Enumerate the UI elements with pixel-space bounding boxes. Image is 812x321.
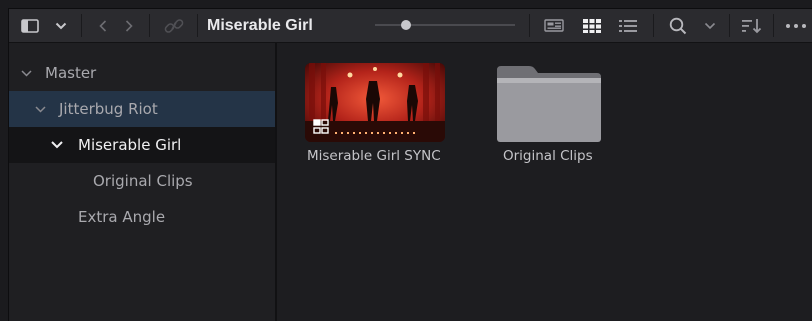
separator [197,14,198,37]
sidebar-item-label: Original Clips [93,172,193,190]
zoom-slider-track[interactable] [375,24,515,26]
timeline-icon [313,119,329,134]
back-arrow-icon[interactable] [93,9,113,42]
bin-sidebar: Master Jitterbug Riot Miserable Girl Ori… [9,43,277,321]
timeline-thumbnail[interactable] [305,63,445,142]
sidebar-item-label: Miserable Girl [78,136,182,154]
media-pool-toolbar: Miserable Girl [9,9,812,43]
sidebar-item-miserable-girl[interactable]: Miserable Girl [9,127,275,163]
metadata-view-icon[interactable] [541,9,567,42]
sidebar-item-label: Extra Angle [78,208,166,226]
folder-label: Original Clips [503,148,593,164]
sidebar-item-extra-angle[interactable]: Extra Angle [9,199,275,235]
sidebar-toggle-icon[interactable] [17,9,43,42]
media-pool-window: Miserable Girl Master Jitterbug Riot Mis… [8,8,812,321]
chevron-down-icon[interactable] [35,105,46,113]
chevron-down-icon[interactable] [21,69,32,77]
separator [149,14,150,37]
timeline-label: Miserable Girl SYNC [307,148,441,164]
list-view-icon[interactable] [615,9,641,42]
more-icon[interactable] [783,9,812,42]
folder-icon[interactable] [495,64,603,144]
chevron-down-icon[interactable] [701,9,719,42]
separator [729,14,730,37]
sidebar-item-original-clips[interactable]: Original Clips [9,163,275,199]
chevron-down-icon[interactable] [51,141,63,149]
sidebar-item-label: Master [45,64,97,82]
separator [653,14,654,37]
sidebar-item-label: Jitterbug Riot [59,100,158,118]
sort-icon[interactable] [739,9,765,42]
bin-title: Miserable Girl [207,17,313,34]
sidebar-item-master[interactable]: Master [9,55,275,91]
search-icon[interactable] [665,9,691,42]
chevron-down-icon[interactable] [51,9,71,42]
separator [81,14,82,37]
separator [529,14,530,37]
sidebar-item-jitterbug-riot[interactable]: Jitterbug Riot [9,91,275,127]
forward-arrow-icon[interactable] [119,9,139,42]
zoom-slider-handle[interactable] [401,20,411,30]
thumbnail-view-icon[interactable] [579,9,605,42]
link-icon[interactable] [159,9,189,42]
separator [773,14,774,37]
